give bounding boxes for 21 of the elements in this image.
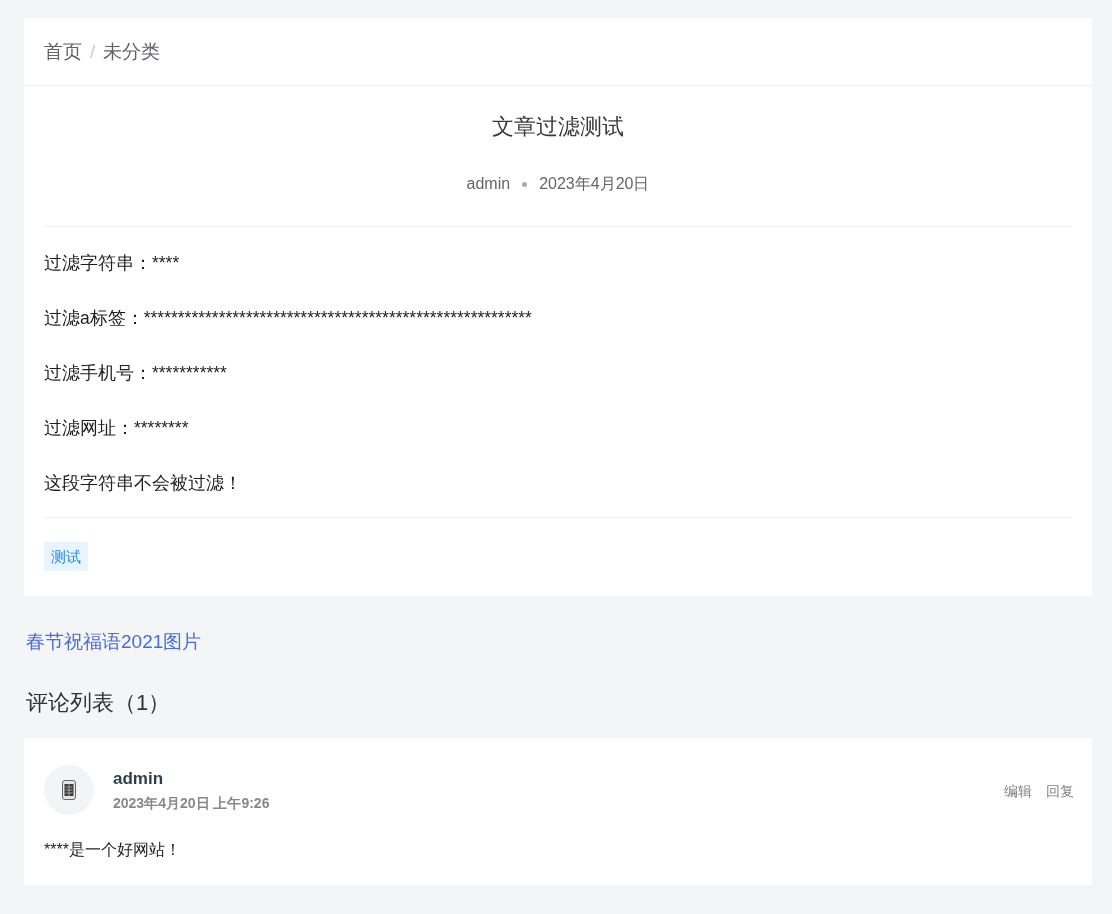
paragraph: 过滤手机号：***********	[44, 362, 227, 385]
paragraph: 这段字符串不会被过滤！	[44, 472, 242, 495]
paragraph: 过滤网址：********	[44, 417, 189, 440]
comment-text: ****是一个好网站！	[44, 840, 181, 860]
edit-link[interactable]: 编辑	[1004, 783, 1032, 801]
comment-author: admin	[113, 768, 164, 790]
paragraph: 过滤字符串：****	[44, 252, 180, 275]
separator-dot-icon	[522, 181, 528, 187]
breadcrumb-separator: /	[90, 40, 96, 63]
avatar-icon	[44, 765, 94, 815]
author-name: admin	[466, 174, 511, 194]
breadcrumb-link[interactable]: 未分类	[103, 38, 161, 65]
breadcrumb-link[interactable]: 首页	[44, 38, 82, 65]
comment-time: 2023年4月20日 上午9:26	[113, 794, 270, 812]
article-title: 文章过滤测试	[492, 113, 624, 141]
related-article-link[interactable]: 春节祝福语2021图片	[26, 630, 202, 654]
tag-link[interactable]: 测试	[44, 542, 88, 571]
comments-heading: 评论列表（1）	[26, 689, 171, 717]
reply-link[interactable]: 回复	[1046, 783, 1074, 801]
publish-date: 2023年4月20日	[539, 174, 650, 194]
paragraph: 过滤a标签：*********************************************************	[44, 307, 532, 330]
